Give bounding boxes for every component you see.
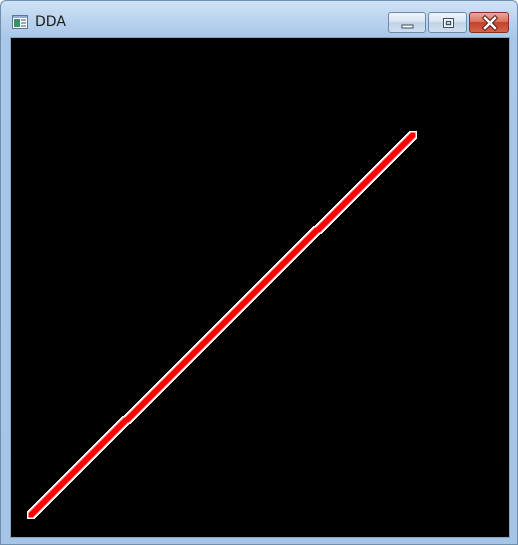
dda-pixel [410,132,416,138]
close-icon [481,14,499,32]
dda-line-core [28,132,416,518]
dda-line-drawing [27,131,417,519]
drawing-canvas [10,37,510,538]
app-window: DDA [0,0,518,545]
window-app-icon[interactable] [12,14,28,30]
maximize-button[interactable] [428,12,467,33]
minimize-button[interactable] [388,12,426,33]
maximize-icon [443,18,454,28]
minimize-icon [401,24,414,29]
close-button[interactable] [469,12,509,33]
title-bar[interactable]: DDA [1,1,517,37]
window-title: DDA [35,14,66,30]
